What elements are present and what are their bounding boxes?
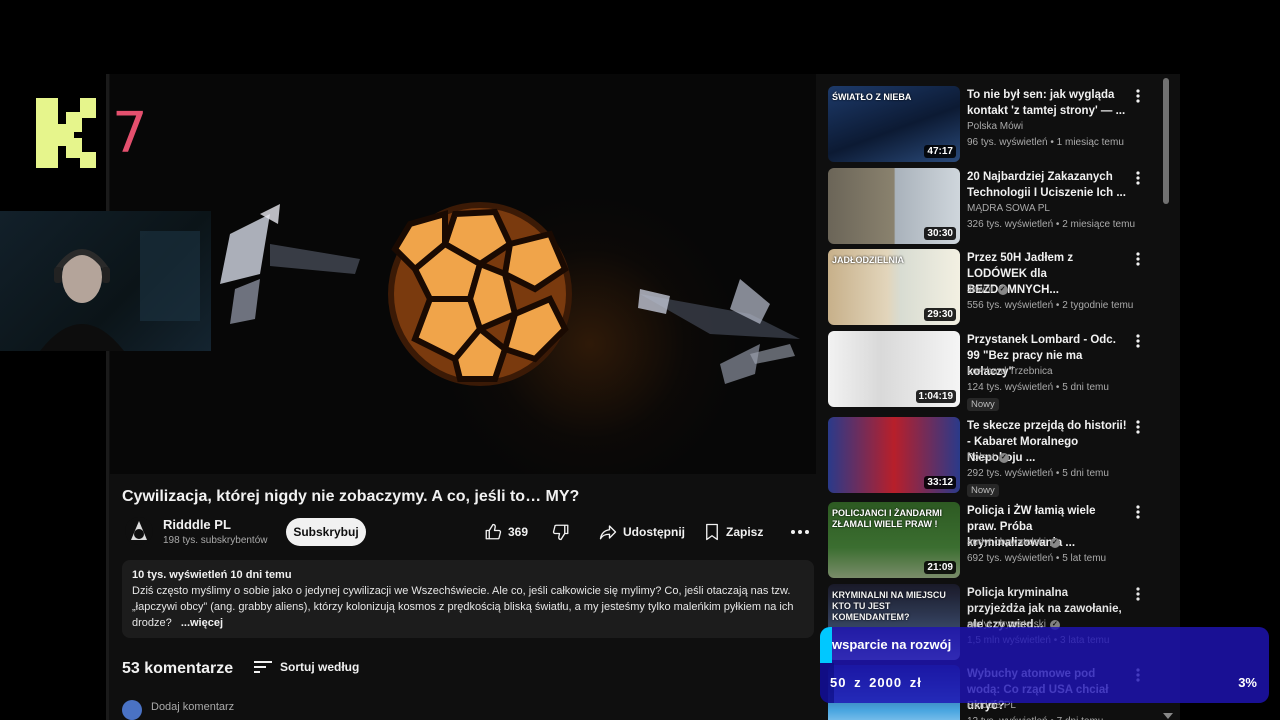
video-title[interactable]: 20 Najbardziej Zakazanych Technologii I … xyxy=(967,169,1127,201)
channel-line: MĄDRA SOWA PL xyxy=(967,203,1050,214)
sort-comments-button[interactable]: Sortuj według xyxy=(254,660,359,674)
more-vertical-icon[interactable] xyxy=(1134,88,1142,104)
more-actions-button[interactable] xyxy=(790,518,810,546)
video-duration: 1:04:19 xyxy=(915,390,956,403)
like-count: 369 xyxy=(508,525,529,539)
video-duration: 30:30 xyxy=(924,227,956,240)
description-body: Dziś często myślimy o sobie jako o jedyn… xyxy=(132,583,804,631)
donation-accent-bar xyxy=(820,627,832,663)
new-badge: Nowy xyxy=(967,484,999,497)
video-stats: 556 tys. wyświetleń • 2 tygodnie temu xyxy=(967,300,1134,311)
thumbs-up-icon xyxy=(485,523,502,540)
new-badge: Nowy xyxy=(967,398,999,411)
logo-number: 7 xyxy=(112,101,148,166)
channel-line: Jawor ✓ xyxy=(967,284,1008,295)
verified-check-icon: ✓ xyxy=(998,452,1009,463)
video-duration: 33:12 xyxy=(924,476,956,489)
video-stats: 12 tys. wyświetleń • 7 dni temu xyxy=(967,716,1103,720)
video-thumbnail[interactable]: 1:04:19 xyxy=(828,331,960,407)
streamer-silhouette xyxy=(40,231,200,351)
verified-check-icon: ✓ xyxy=(997,284,1008,295)
verified-check-icon: ✓ xyxy=(1049,537,1060,548)
like-button[interactable]: 369 xyxy=(484,518,528,546)
user-avatar xyxy=(122,700,142,720)
channel-name[interactable]: Polsat xyxy=(967,452,995,463)
more-vertical-icon[interactable] xyxy=(1134,333,1142,349)
video-stats: 692 tys. wyświetleń • 5 lat temu xyxy=(967,553,1107,564)
video-thumbnail[interactable]: POLICJANCI I ŻANDARMI ZŁAMALI WIELE PRAW… xyxy=(828,502,960,578)
video-thumbnail[interactable]: 30:30 xyxy=(828,168,960,244)
description-box[interactable]: 10 tys. wyświetleń 10 dni temu Dziś częs… xyxy=(122,560,814,638)
view-count-date: 10 tys. wyświetleń 10 dni temu xyxy=(132,569,292,581)
channel-name[interactable]: MĄDRA SOWA PL xyxy=(967,203,1050,214)
thumbnail-caption: POLICJANCI I ŻANDARMI ZŁAMALI WIELE PRAW… xyxy=(832,508,942,529)
description-text: Dziś często myślimy o sobie jako o jedyn… xyxy=(132,585,794,629)
bookmark-icon xyxy=(706,523,718,541)
channel-name[interactable]: audyt obywatelski xyxy=(967,537,1046,548)
channel-line: Polska Mówi xyxy=(967,121,1023,132)
show-more-link[interactable]: ...więcej xyxy=(181,617,223,629)
channel-line: Polsat ✓ xyxy=(967,452,1009,463)
subscriber-count: 198 tys. subskrybentów xyxy=(163,535,268,546)
share-icon xyxy=(599,525,617,540)
video-duration: 29:30 xyxy=(924,308,956,321)
recommended-video[interactable]: 30:30 20 Najbardziej Zakazanych Technolog… xyxy=(828,168,1148,244)
video-title[interactable]: To nie był sen: jak wygląda kontakt 'z t… xyxy=(967,87,1127,119)
ridddle-logo-icon xyxy=(125,517,153,545)
more-vertical-icon[interactable] xyxy=(1134,419,1142,435)
video-stats: 326 tys. wyświetleń • 2 miesiące temu xyxy=(967,219,1136,230)
video-thumbnail[interactable]: JADŁODZIELNIA 29:30 xyxy=(828,249,960,325)
channel-line: Lombard Trzebnica xyxy=(967,366,1053,377)
thumbnail-caption: JADŁODZIELNIA xyxy=(832,255,904,265)
recommended-video[interactable]: POLICJANCI I ŻANDARMI ZŁAMALI WIELE PRAW… xyxy=(828,502,1148,578)
thumbnail-caption: KRYMINALNI NA MIEJSCU KTO TU JEST KOMEND… xyxy=(832,590,946,622)
donation-label: wsparcie na rozwój xyxy=(832,637,952,652)
add-comment-input[interactable]: Dodaj komentarz xyxy=(151,701,234,713)
video-frame-art xyxy=(220,202,800,386)
video-duration: 47:17 xyxy=(924,145,956,158)
video-duration: 21:09 xyxy=(924,561,956,574)
subscribe-button[interactable]: Subskrybuj xyxy=(286,518,366,546)
donation-percent: 3% xyxy=(1238,675,1257,690)
video-stats: 96 tys. wyświetleń • 1 miesiąc temu xyxy=(967,137,1124,148)
dislike-button[interactable] xyxy=(552,518,570,546)
video-title: Cywilizacja, której nigdy nie zobaczymy.… xyxy=(122,488,580,505)
video-player[interactable] xyxy=(110,74,816,474)
channel-name[interactable]: Ridddle PL xyxy=(163,517,231,532)
screen: 7 Cywilizacja, której nigdy nie zobaczym… xyxy=(0,0,1280,720)
more-vertical-icon[interactable] xyxy=(1134,170,1142,186)
donation-amount: 50 z 2000 zł xyxy=(830,675,922,690)
recommended-video[interactable]: JADŁODZIELNIA 29:30 Przez 50H Jadłem z LOD… xyxy=(828,249,1148,325)
video-thumbnail[interactable]: 33:12 xyxy=(828,417,960,493)
more-vertical-icon[interactable] xyxy=(1134,504,1142,520)
sort-label: Sortuj według xyxy=(280,660,360,674)
scroll-down-arrow-icon[interactable] xyxy=(1163,713,1173,719)
video-stats: 292 tys. wyświetleń • 5 dni temu xyxy=(967,468,1109,479)
sort-icon xyxy=(254,661,272,673)
channel-name[interactable]: Polska Mówi xyxy=(967,121,1023,132)
recommended-video[interactable]: 1:04:19 Przystanek Lombard - Odc. 99 "Bez… xyxy=(828,331,1148,411)
save-label: Zapisz xyxy=(726,525,764,539)
thumbs-down-icon xyxy=(552,524,569,541)
donation-goal-widget: wsparcie na rozwój 50 z 2000 zł 3% xyxy=(820,627,1269,703)
save-button[interactable]: Zapisz xyxy=(704,518,763,546)
stream-logo: 7 xyxy=(36,98,148,173)
recommended-video[interactable]: ŚWIATŁO Z NIEBA 47:17 To nie był sen: jak … xyxy=(828,86,1148,162)
more-vertical-icon[interactable] xyxy=(1134,586,1142,602)
channel-name[interactable]: Jawor xyxy=(967,284,994,295)
share-button[interactable]: Udostępnij xyxy=(598,518,685,546)
webcam-overlay xyxy=(0,211,211,351)
comments-count: 53 komentarze xyxy=(122,660,234,677)
video-thumbnail[interactable]: ŚWIATŁO Z NIEBA 47:17 xyxy=(828,86,960,162)
channel-avatar[interactable] xyxy=(124,516,154,546)
sidebar-scrollbar[interactable] xyxy=(1163,78,1169,204)
thumbnail-caption: ŚWIATŁO Z NIEBA xyxy=(832,92,912,102)
more-vertical-icon[interactable] xyxy=(1134,251,1142,267)
video-stats: 124 tys. wyświetleń • 5 dni temu xyxy=(967,382,1109,393)
channel-name[interactable]: Lombard Trzebnica xyxy=(967,366,1053,377)
recommended-video[interactable]: 33:12 Te skecze przejdą do historii! - Ka… xyxy=(828,417,1148,497)
share-label: Udostępnij xyxy=(623,525,685,539)
more-horizontal-icon xyxy=(791,530,809,534)
channel-line: audyt obywatelski ✓ xyxy=(967,537,1060,548)
